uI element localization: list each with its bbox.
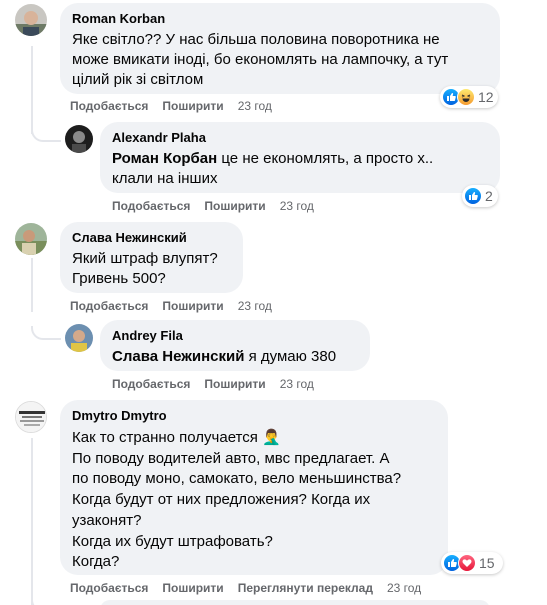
thread-curve [31,592,61,605]
avatar[interactable] [15,4,47,36]
haha-reaction-icon [457,88,475,106]
like-link[interactable]: Подобається [112,376,190,392]
comment-bubble: Roman Korban Яке світло?? У нас більша п… [60,3,500,94]
reaction-count: 2 [485,188,493,204]
comment-author[interactable]: Roman Korban [72,11,488,27]
comment-actions: Подобається Поширити Переглянути переклад 2… [70,580,435,596]
comment-bubble-partial [100,600,490,605]
mention-link[interactable]: Слава Нежинский [112,348,244,365]
mention-link[interactable]: Роман Корбан [112,150,217,167]
like-reaction-icon [464,187,482,205]
comment-text-line: це не економлять, а просто х.. [217,150,434,167]
comment-author[interactable]: Dmytro Dmytro [72,408,436,424]
comment-bubble: Слава Нежинский Який штраф влупят? Гриве… [60,222,243,293]
comment-actions: Подобається Поширити 23 год [112,198,328,214]
like-link[interactable]: Подобається [112,198,190,214]
share-link[interactable]: Поширити [204,376,265,392]
timestamp[interactable]: 23 год [238,98,272,114]
comment-text: Слава Нежинский я думаю 380 [112,347,358,367]
timestamp[interactable]: 23 год [280,376,314,392]
comment-text: Який штраф влупят? Гривень 500? [72,250,218,287]
reaction-summary[interactable]: 12 [440,86,498,108]
avatar[interactable] [65,324,93,352]
comment-text: Яке світло?? У нас більша половина повор… [72,31,449,88]
share-link[interactable]: Поширити [204,198,265,214]
thread-line [31,438,33,605]
thread-line [31,258,33,312]
thread-curve [31,326,61,340]
like-link[interactable]: Подобається [70,580,148,596]
reaction-summary[interactable]: 2 [462,185,498,207]
translate-link[interactable]: Переглянути переклад [238,580,373,596]
share-link[interactable]: Поширити [162,98,223,114]
timestamp[interactable]: 23 год [238,298,272,314]
comment-actions: Подобається Поширити 23 год [70,98,286,114]
like-link[interactable]: Подобається [70,98,148,114]
comment-author[interactable]: Alexandr Plaha [112,130,488,146]
reaction-summary[interactable]: 15 [441,552,503,574]
timestamp[interactable]: 23 год [387,580,421,596]
comment-bubble: Dmytro Dmytro Как то странно получается … [60,400,448,575]
comment-actions: Подобається Поширити 23 год [112,376,328,392]
thread-line [31,46,33,134]
avatar[interactable] [65,125,93,153]
thread-curve [31,128,61,142]
comment-bubble: Alexandr Plaha Роман Корбан це не економ… [100,122,500,193]
comment-actions: Подобається Поширити 23 год [70,298,286,314]
love-reaction-icon [458,554,476,572]
reaction-count: 15 [479,555,495,571]
comment-text-line: я думаю 380 [244,348,337,365]
timestamp[interactable]: 23 год [280,198,314,214]
comment-author[interactable]: Слава Нежинский [72,230,231,246]
like-link[interactable]: Подобається [70,298,148,314]
avatar[interactable] [15,223,47,255]
comment-author[interactable]: Andrey Fila [112,328,358,344]
avatar[interactable] [15,401,47,433]
comment-text: Как то странно получается 🤦‍♂️ По поводу… [72,429,402,571]
comment-text-line: клали на інших [112,170,218,187]
reaction-count: 12 [478,89,494,105]
comment-bubble: Andrey Fila Слава Нежинский я думаю 380 [100,320,370,371]
comment-text: Роман Корбан це не економлять, а просто … [112,149,488,189]
share-link[interactable]: Поширити [162,298,223,314]
share-link[interactable]: Поширити [162,580,223,596]
